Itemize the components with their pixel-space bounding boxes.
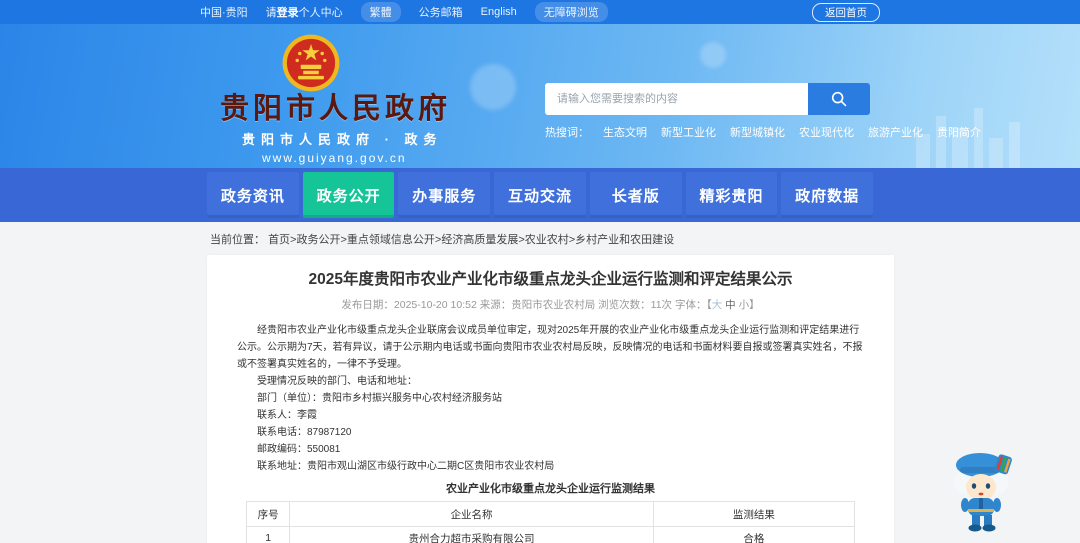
- hot-word[interactable]: 农业现代化: [799, 124, 854, 140]
- header-result: 监测结果: [653, 501, 855, 527]
- site-header-banner: 贵阳市人民政府 贵阳市人民政府 · 政务 www.guiyang.gov.cn …: [0, 24, 1080, 168]
- article-panel: 2025年度贵阳市农业产业化市级重点龙头企业运行监测和评定结果公示 发布日期：2…: [207, 255, 894, 543]
- link-traditional-chinese[interactable]: 繁體: [360, 2, 401, 22]
- font-size-large-button[interactable]: 大: [712, 299, 723, 311]
- nav-item-news[interactable]: 政务资讯: [207, 172, 299, 218]
- header-seq: 序号: [246, 501, 290, 527]
- font-size-label-close: 】: [749, 299, 760, 311]
- site-url: www.guiyang.gov.cn: [262, 151, 407, 165]
- contact-phone: 联系电话：87987120: [257, 427, 352, 438]
- hot-word[interactable]: 新型城镇化: [730, 124, 785, 140]
- search-block: 热搜词： 生态文明 新型工业化 新型城镇化 农业现代化 旅游产业化 贵阳简介: [545, 83, 981, 140]
- cell-seq: 1: [246, 526, 290, 543]
- views-label: 浏览次数：: [598, 299, 651, 311]
- paragraph: 受理情况反映的部门、电话和地址：: [257, 376, 417, 387]
- font-size-medium-button[interactable]: 中: [725, 299, 736, 311]
- hot-word[interactable]: 贵阳简介: [937, 124, 981, 140]
- table-row: 1 贵州合力超市采购有限公司 合格: [246, 526, 855, 543]
- search-input[interactable]: [545, 83, 808, 115]
- hot-search-label: 热搜词：: [545, 127, 589, 139]
- top-utility-bar: 中国·贵阳 请登录个人中心 繁體 公务邮箱 English 无障碍浏览 返回首页: [0, 0, 1080, 24]
- contact-person: 联系人：李霞: [257, 410, 317, 421]
- source: 贵阳市农业农村局: [511, 299, 596, 311]
- main-navigation: 政务资讯 政务公开 办事服务 互动交流 长者版 精彩贵阳 政府数据: [0, 168, 1080, 222]
- publish-date: 2025-10-20 10:52: [393, 299, 477, 311]
- site-title[interactable]: 贵阳市人民政府: [220, 94, 580, 124]
- table-header-row: 序号 企业名称 监测结果: [246, 501, 855, 527]
- hot-word[interactable]: 生态文明: [603, 124, 647, 140]
- mascot-figure[interactable]: [942, 445, 1022, 535]
- national-emblem-icon: [282, 34, 340, 92]
- back-home-button[interactable]: 返回首页: [812, 2, 880, 22]
- paragraph: 经贵阳市农业产业化市级重点龙头企业联席会议成员单位审定，现对2025年开展的农业…: [237, 325, 863, 370]
- publish-date-label: 发布日期：: [341, 299, 394, 311]
- contact-address: 联系地址：贵阳市观山湖区市级行政中心二期C区贵阳市农业农村局: [257, 461, 555, 472]
- article-meta: 发布日期：2025-10-20 10:52 来源：贵阳市农业农村局 浏览次数：1…: [237, 297, 864, 312]
- nav-item-senior-version[interactable]: 长者版: [589, 172, 682, 218]
- site-subtitle: 贵阳市人民政府 · 政务: [242, 132, 443, 147]
- table-caption: 农业产业化市级重点龙头企业运行监测结果: [446, 483, 655, 495]
- link-accessibility[interactable]: 无障碍浏览: [534, 2, 608, 22]
- site-logo-block: 贵阳市人民政府 贵阳市人民政府 · 政务 www.guiyang.gov.cn: [220, 32, 580, 165]
- source-label: 来源：: [479, 299, 512, 311]
- breadcrumb: 当前位置： 首页>政务公开>重点领域信息公开>经济高质量发展>农业农村>乡村产业…: [210, 231, 1080, 247]
- font-size-small-button[interactable]: 小: [739, 299, 750, 311]
- article-title: 2025年度贵阳市农业产业化市级重点龙头企业运行监测和评定结果公示: [308, 271, 793, 288]
- monitoring-result-table: 序号 企业名称 监测结果 1 贵州合力超市采购有限公司 合格 2 贵州友禾种业有…: [246, 501, 855, 543]
- article-body: 经贵阳市农业产业化市级重点龙头企业联席会议成员单位审定，现对2025年开展的农业…: [237, 322, 864, 475]
- topbar-links: 中国·贵阳 请登录个人中心 繁體 公务邮箱 English 无障碍浏览: [200, 2, 608, 22]
- header-company-name: 企业名称: [288, 501, 655, 527]
- cell-result: 合格: [653, 526, 855, 543]
- link-china-guiyang[interactable]: 中国·贵阳: [200, 4, 248, 20]
- nav-item-splendid-guiyang[interactable]: 精彩贵阳: [685, 172, 778, 218]
- breadcrumb-label: 当前位置：: [210, 234, 265, 246]
- breadcrumb-path[interactable]: 首页>政务公开>重点领域信息公开>经济高质量发展>农业农村>乡村产业和农田建设: [268, 234, 674, 246]
- hot-word[interactable]: 旅游产业化: [868, 124, 923, 140]
- postal-code: 邮政编码：550081: [257, 444, 341, 455]
- views-count: 11次: [650, 299, 673, 311]
- font-size-label: 字体：【: [674, 299, 712, 311]
- cell-company-name: 贵州合力超市采购有限公司: [288, 526, 655, 543]
- link-official-mail[interactable]: 公务邮箱: [419, 4, 463, 20]
- search-button[interactable]: [808, 83, 870, 115]
- search-icon: [831, 91, 847, 107]
- nav-item-interaction[interactable]: 互动交流: [494, 172, 586, 218]
- contact-department: 部门（单位）：贵阳市乡村振兴服务中心农村经济服务站: [257, 393, 502, 404]
- link-english[interactable]: English: [481, 6, 517, 18]
- nav-item-gov-data[interactable]: 政府数据: [781, 172, 874, 218]
- hot-word[interactable]: 新型工业化: [661, 124, 716, 140]
- nav-item-services[interactable]: 办事服务: [398, 172, 491, 218]
- nav-item-gov-affairs-open[interactable]: 政务公开: [302, 172, 395, 218]
- link-login-center[interactable]: 请登录个人中心: [266, 4, 343, 20]
- hot-search-words: 热搜词： 生态文明 新型工业化 新型城镇化 农业现代化 旅游产业化 贵阳简介: [545, 124, 981, 140]
